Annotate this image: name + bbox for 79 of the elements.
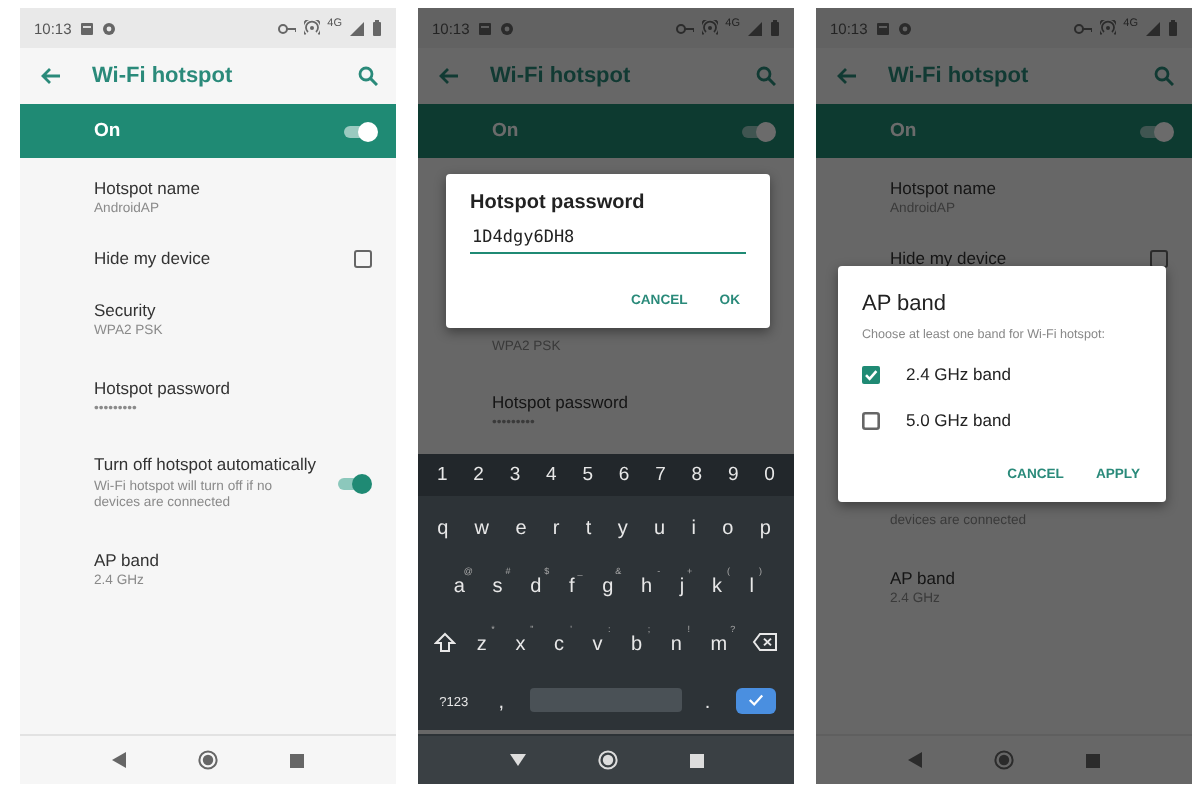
setting-title: Turn off hotspot automatically xyxy=(94,454,318,476)
checkbox[interactable] xyxy=(862,365,880,384)
signal-icon xyxy=(1146,21,1160,35)
hotspot-icon xyxy=(1099,20,1116,36)
switch-label: On xyxy=(94,120,123,142)
setting-title: Hotspot password xyxy=(492,392,631,413)
recents-icon[interactable] xyxy=(689,753,703,767)
screen-title: Wi-Fi hotspot xyxy=(490,64,633,88)
back-icon[interactable] xyxy=(112,752,126,768)
back-arrow-icon[interactable] xyxy=(40,66,62,86)
keyboard-key[interactable]: i xyxy=(687,509,704,542)
enter-key[interactable] xyxy=(736,687,777,714)
hotspot-icon xyxy=(701,20,718,36)
screen-title: Wi-Fi hotspot xyxy=(92,64,235,88)
keyboard-key[interactable]: 9 xyxy=(725,461,741,488)
shift-icon[interactable] xyxy=(434,631,457,654)
search-icon[interactable] xyxy=(1154,66,1174,86)
keyboard-key[interactable]: p xyxy=(755,509,779,542)
home-icon[interactable] xyxy=(198,750,218,770)
keyboard-key[interactable]: 6 xyxy=(616,461,632,488)
hotspot-icon xyxy=(303,20,320,36)
keyboard-key[interactable]: t xyxy=(581,509,600,542)
option-label: 2.4 GHz band xyxy=(906,364,1011,385)
setting-title: Hotspot name xyxy=(94,178,202,198)
back-icon[interactable] xyxy=(908,752,922,768)
back-arrow-icon[interactable] xyxy=(836,66,858,86)
checkbox[interactable] xyxy=(862,411,880,430)
keyboard-key[interactable]: q xyxy=(433,509,457,542)
key-icon xyxy=(675,21,694,35)
password-field[interactable]: 1D4dgy6DH8 xyxy=(470,228,746,254)
switch-label: On xyxy=(890,120,919,142)
image-icon xyxy=(875,21,890,35)
setting-title: Security xyxy=(94,300,158,321)
setting-title: AP band xyxy=(890,567,957,588)
check-icon xyxy=(748,692,765,709)
keyboard-key[interactable]: 1 xyxy=(434,461,450,488)
setting-title: Hotspot name xyxy=(890,178,998,198)
recents-icon[interactable] xyxy=(290,753,304,767)
keyboard-key[interactable]: 2 xyxy=(471,461,486,488)
setting-title: AP band xyxy=(94,549,161,570)
search-icon[interactable] xyxy=(358,66,378,86)
backspace-icon[interactable] xyxy=(751,632,778,653)
image-icon xyxy=(477,21,492,35)
battery-icon xyxy=(770,20,780,36)
search-icon[interactable] xyxy=(756,66,776,86)
keyboard-key[interactable]: e xyxy=(511,509,535,542)
keyboard-key[interactable]: o xyxy=(718,509,742,542)
key-icon xyxy=(277,21,296,35)
keyboard-key[interactable]: w xyxy=(470,509,498,542)
battery-icon xyxy=(372,20,382,36)
keyboard-key[interactable]: y xyxy=(613,509,636,542)
dialog-title: AP band xyxy=(862,292,949,317)
image-icon xyxy=(79,21,94,35)
signal-icon xyxy=(748,21,762,35)
key-icon xyxy=(1073,21,1092,35)
setting-title: Hide my device xyxy=(890,248,1009,269)
keyboard-key[interactable]: r xyxy=(548,509,568,542)
keyboard-key[interactable]: 0 xyxy=(762,461,777,488)
screen-title: Wi-Fi hotspot xyxy=(888,64,1031,88)
option-label: 5.0 GHz band xyxy=(906,410,1011,431)
battery-icon xyxy=(1168,20,1178,36)
dialog-title: Hotspot password xyxy=(470,192,647,214)
keyboard-key[interactable]: 8 xyxy=(689,461,705,488)
keyboard-key[interactable]: 3 xyxy=(507,461,523,488)
signal-icon xyxy=(350,21,364,35)
toggle-switch[interactable] xyxy=(342,119,378,143)
switch-label: On xyxy=(492,120,521,142)
keyboard-key[interactable]: , xyxy=(494,684,513,717)
setting-title: Hide my device xyxy=(94,248,213,269)
setting-title: Hotspot password xyxy=(94,377,233,398)
keyboard-key[interactable]: . xyxy=(700,684,719,717)
keyboard-key[interactable]: 4 xyxy=(544,461,559,488)
keyboard-key[interactable]: u xyxy=(650,509,674,542)
back-arrow-icon[interactable] xyxy=(438,66,460,86)
keyboard-key[interactable]: 7 xyxy=(653,461,668,488)
hide-keyboard-icon[interactable] xyxy=(509,752,525,768)
keyboard-key[interactable]: 5 xyxy=(580,461,595,488)
toggle-switch[interactable] xyxy=(336,472,372,497)
checkbox[interactable] xyxy=(354,249,372,268)
